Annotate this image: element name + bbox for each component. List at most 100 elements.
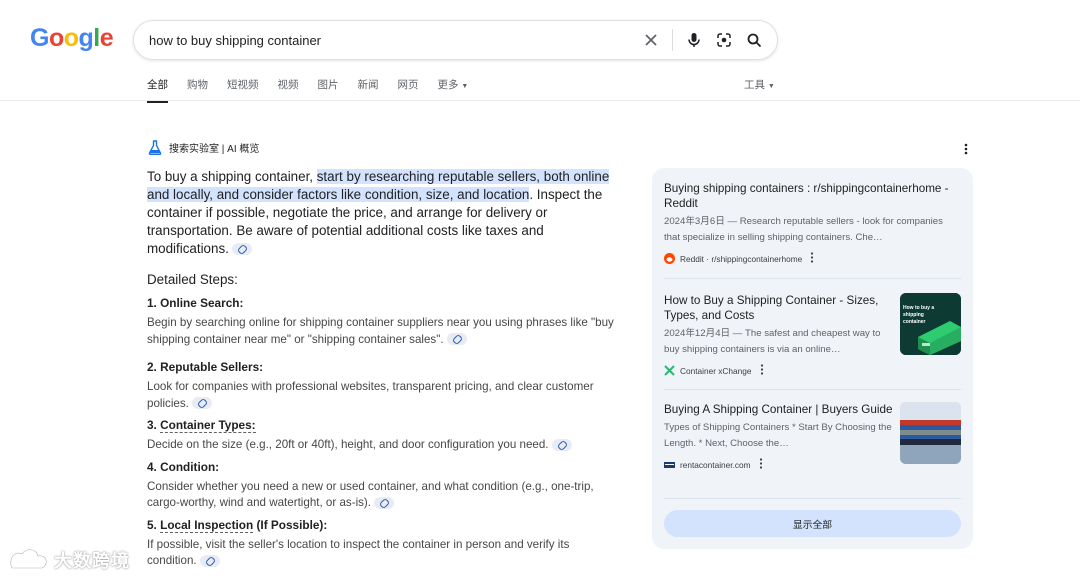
summary-text: To buy a shipping container, xyxy=(147,169,317,184)
link-chip-icon[interactable] xyxy=(446,333,467,346)
more-vert-icon xyxy=(964,143,968,155)
step-body: Begin by searching online for shipping c… xyxy=(147,315,622,348)
caret-down-icon: ▼ xyxy=(767,83,775,90)
step-body: Decide on the size (e.g., 20ft or 40ft),… xyxy=(147,437,622,454)
source-menu-button[interactable] xyxy=(760,364,764,377)
step-title: Reputable Sellers: xyxy=(160,360,264,374)
source-thumbnail[interactable]: How to buy a shipping container xyxy=(900,293,961,355)
ai-overview-menu-button[interactable] xyxy=(960,142,972,161)
link-chip-icon[interactable] xyxy=(374,496,395,509)
google-logo[interactable]: Google xyxy=(30,24,114,53)
watermark: 大数跨境 xyxy=(6,546,130,574)
step-body: Consider whether you need a new or used … xyxy=(147,479,622,512)
source-thumbnail[interactable] xyxy=(900,402,961,464)
source-snippet: Types of Shipping Containers * Start By … xyxy=(664,422,892,449)
link-chip-icon[interactable] xyxy=(199,554,220,567)
watermark-logo-icon xyxy=(9,548,48,570)
step-text: Look for companies with professional web… xyxy=(147,380,594,410)
search-icon xyxy=(747,33,761,47)
step-text: Begin by searching online for shipping c… xyxy=(147,316,614,346)
watermark-text: 大数跨境 xyxy=(54,551,130,571)
microphone-icon xyxy=(688,33,700,47)
step-number: 4. xyxy=(147,459,161,474)
thumbnail-caption: How to buy a shipping container xyxy=(903,305,935,325)
more-vert-icon xyxy=(759,458,762,469)
ai-overview-content: To buy a shipping container, start by re… xyxy=(147,168,622,570)
step-title: Condition: xyxy=(160,459,220,474)
more-vert-icon xyxy=(760,364,763,375)
logo-letter: e xyxy=(99,24,114,52)
step-item: 3. Container Types: Decide on the size (… xyxy=(147,418,622,454)
source-name: Container xChange xyxy=(680,365,752,376)
step-number: 2. xyxy=(147,360,161,374)
source-card[interactable]: How to Buy a Shipping Container - Sizes,… xyxy=(664,293,894,377)
logo-letter: g xyxy=(78,24,94,52)
search-divider xyxy=(672,29,673,51)
ai-summary: To buy a shipping container, start by re… xyxy=(147,168,622,258)
source-snippet: 2024年3月6日 — Research reputable sellers -… xyxy=(664,216,943,243)
lens-search-button[interactable] xyxy=(709,25,739,55)
source-title[interactable]: Buying shipping containers : r/shippingc… xyxy=(664,181,961,211)
step-title[interactable]: Local Inspection xyxy=(160,517,254,533)
xchange-icon xyxy=(664,365,675,376)
tab-more-label: 更多 xyxy=(437,79,459,91)
step-text: Decide on the size (e.g., 20ft or 40ft),… xyxy=(147,438,549,451)
step-item: 4. Condition: Consider whether you need … xyxy=(147,460,622,512)
link-chip-icon[interactable] xyxy=(551,438,572,451)
flask-icon xyxy=(148,140,162,155)
logo-letter: G xyxy=(30,24,49,52)
card-divider xyxy=(664,389,961,390)
step-title-suffix: (If Possible): xyxy=(253,517,328,532)
tools-label: 工具 xyxy=(744,79,765,91)
rentacontainer-icon xyxy=(664,459,675,470)
close-icon xyxy=(645,34,657,46)
header-divider xyxy=(0,100,1080,101)
step-number: 3. xyxy=(147,418,161,432)
step-heading: 5. Local Inspection (If Possible): xyxy=(147,517,622,533)
tools-button[interactable]: 工具 ▼ xyxy=(744,77,775,92)
source-attribution: Reddit · r/shippingcontainerhome xyxy=(664,252,961,265)
steps-title: Detailed Steps: xyxy=(147,272,238,287)
step-heading: 4. Condition: xyxy=(147,460,622,475)
step-item: 5. Local Inspection (If Possible): If po… xyxy=(147,517,622,570)
source-menu-button[interactable] xyxy=(810,252,814,265)
step-heading: 2. Reputable Sellers: xyxy=(147,360,622,375)
ai-overview-label: 搜索实验室 | AI 概览 xyxy=(169,144,260,155)
step-heading: 1. Online Search: xyxy=(147,296,622,311)
search-input[interactable] xyxy=(134,32,636,48)
caret-down-icon: ▼ xyxy=(461,83,469,90)
step-number: 1. xyxy=(147,296,161,310)
source-snippet: 2024年12月4日 — The safest and cheapest way… xyxy=(664,328,881,355)
search-button[interactable] xyxy=(739,25,769,55)
card-divider xyxy=(664,278,961,279)
step-title: Online Search: xyxy=(160,296,244,310)
reddit-icon xyxy=(664,253,675,264)
step-number: 5. xyxy=(147,517,161,532)
source-attribution: rentacontainer.com xyxy=(664,458,894,471)
source-menu-button[interactable] xyxy=(759,458,763,471)
clear-button[interactable] xyxy=(636,25,666,55)
show-all-button[interactable]: 显示全部 xyxy=(664,510,961,537)
source-title[interactable]: How to Buy a Shipping Container - Sizes,… xyxy=(664,293,894,323)
voice-search-button[interactable] xyxy=(679,25,709,55)
card-divider xyxy=(664,498,961,499)
source-title[interactable]: Buying A Shipping Container | Buyers Gui… xyxy=(664,402,894,417)
step-title[interactable]: Container Types: xyxy=(160,418,256,433)
step-item: 2. Reputable Sellers: Look for companies… xyxy=(147,360,622,412)
link-chip-icon[interactable] xyxy=(191,397,212,410)
camera-lens-icon xyxy=(717,33,731,47)
step-body: If possible, visit the seller's location… xyxy=(147,537,622,570)
step-body: Look for companies with professional web… xyxy=(147,379,622,412)
ai-overview-header: 搜索实验室 | AI 概览 xyxy=(148,140,259,155)
step-text: Consider whether you need a new or used … xyxy=(147,479,594,510)
sources-panel: Buying shipping containers : r/shippingc… xyxy=(652,168,973,549)
step-heading: 3. Container Types: xyxy=(147,418,622,433)
source-attribution: Container xChange xyxy=(664,364,894,377)
container-ship-image xyxy=(900,402,961,464)
link-chip-icon[interactable] xyxy=(231,243,252,256)
source-name: Reddit · r/shippingcontainerhome xyxy=(680,253,803,264)
source-card[interactable]: Buying shipping containers : r/shippingc… xyxy=(664,181,961,265)
logo-letter: o xyxy=(63,24,79,52)
source-card[interactable]: Buying A Shipping Container | Buyers Gui… xyxy=(664,402,894,471)
source-name: rentacontainer.com xyxy=(680,459,751,470)
